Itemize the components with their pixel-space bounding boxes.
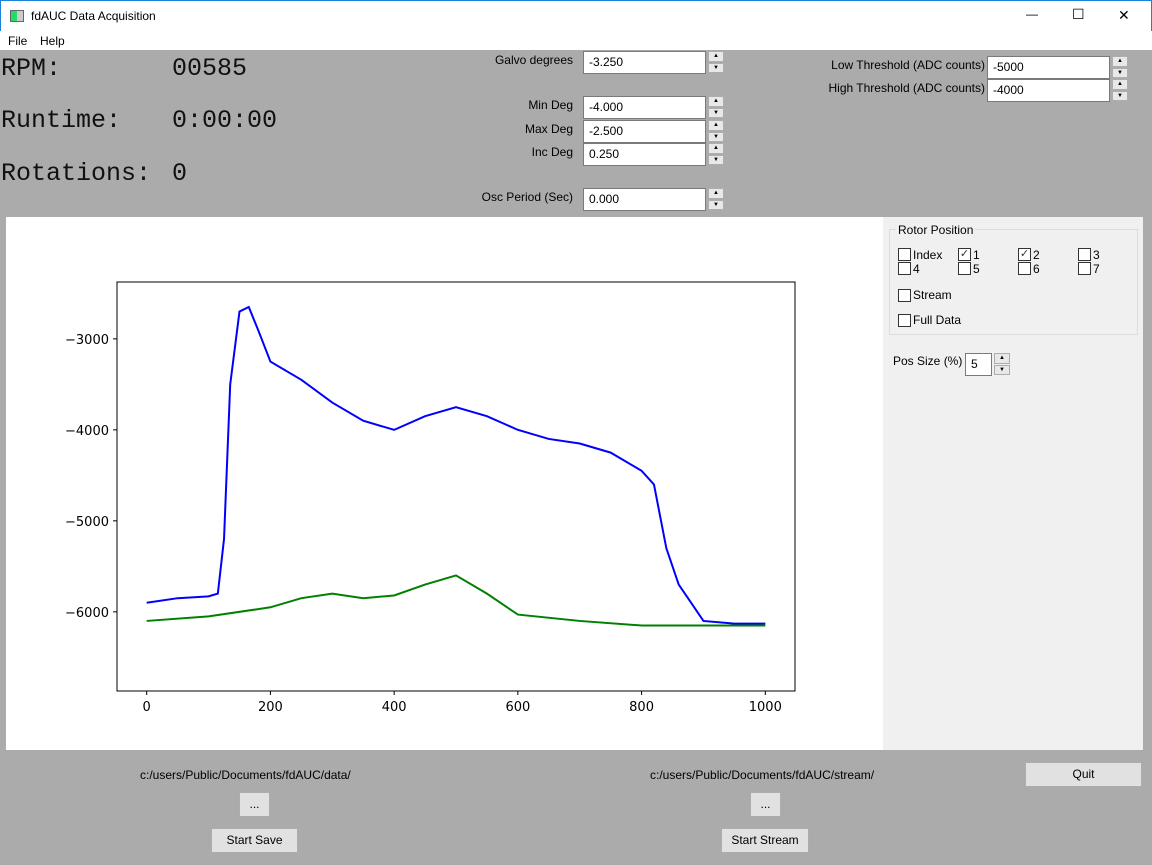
checkbox-box: [898, 262, 911, 275]
start-stream-button[interactable]: Start Stream: [721, 828, 809, 853]
rotor-checkbox-index[interactable]: Index: [898, 248, 942, 261]
runtime-value: 0:00:00: [172, 106, 278, 135]
y-tick-label: −5000: [65, 515, 109, 530]
max_deg-input[interactable]: -2.500: [583, 120, 706, 143]
y-tick-label: −4000: [65, 424, 109, 439]
runtime-label: Runtime:: [1, 106, 122, 135]
pos-size-label: Pos Size (%): [893, 354, 963, 368]
plot-area: 0 200 400 600 800 1000 −3000 −4000 −5000 −6000: [6, 217, 883, 750]
inc_deg-spinner[interactable]: ▲ ▼: [708, 143, 724, 165]
high_threshold-label: High Threshold (ADC counts): [828, 81, 985, 95]
start-save-button[interactable]: Start Save: [211, 828, 298, 853]
side-panel: Rotor Position Index ✓ 1 ✓ 2 3 4 5 6 7 Stream Ful…: [883, 217, 1143, 750]
rotor-checkbox-1[interactable]: ✓ 1: [958, 248, 980, 261]
stream-checkbox-label: Stream: [913, 288, 952, 302]
checkmark-icon: ✓: [1018, 248, 1031, 261]
pos-size-input[interactable]: 5: [965, 353, 992, 376]
title-bar: fdAUC Data Acquisition — ☐ ✕: [0, 0, 1152, 31]
x-tick-label: 1000: [749, 700, 782, 715]
inc_deg-label: Inc Deg: [531, 145, 573, 159]
data-path: c:/users/Public/Documents/fdAUC/data/: [140, 768, 351, 782]
high_threshold-input[interactable]: -4000: [987, 79, 1110, 102]
checkmark-icon: ✓: [958, 248, 971, 261]
osc_period-label: Osc Period (Sec): [481, 190, 573, 204]
menu-file[interactable]: File: [8, 34, 27, 48]
x-tick-label: 600: [505, 700, 530, 715]
low_threshold-input[interactable]: -5000: [987, 56, 1110, 79]
rotor-checkbox-5[interactable]: 5: [958, 262, 980, 275]
maximize-button[interactable]: ☐: [1072, 6, 1085, 23]
rotor-checkbox-label: 4: [913, 261, 920, 276]
series-line-1: [146, 574, 766, 627]
rotations-value: 0: [172, 159, 188, 188]
pos-size-spinner[interactable]: ▲ ▼: [994, 353, 1010, 375]
rotor-checkbox-3[interactable]: 3: [1078, 248, 1100, 261]
chart: 0 200 400 600 800 1000 −3000 −4000 −5000 −6000: [65, 281, 796, 715]
rotor-checkbox-4[interactable]: 4: [898, 262, 920, 275]
rotor-checkbox-label: 2: [1033, 247, 1040, 262]
galvo-spinner[interactable]: ▲ ▼: [708, 51, 724, 73]
browse-data-button[interactable]: ...: [239, 792, 270, 817]
osc_period-input[interactable]: 0.000: [583, 188, 706, 211]
osc_period-spinner[interactable]: ▲ ▼: [708, 188, 724, 210]
galvo-input[interactable]: -3.250: [583, 51, 706, 74]
close-button[interactable]: ✕: [1118, 7, 1130, 24]
browse-stream-button[interactable]: ...: [750, 792, 781, 817]
x-tick-label: 800: [629, 700, 654, 715]
stream-checkbox[interactable]: Stream: [898, 288, 952, 302]
low_threshold-spinner[interactable]: ▲ ▼: [1112, 56, 1128, 78]
full-data-checkbox[interactable]: Full Data: [898, 313, 961, 327]
minimize-button[interactable]: —: [1026, 7, 1038, 21]
min_deg-spinner[interactable]: ▲ ▼: [708, 96, 724, 118]
checkbox-box: [1078, 248, 1091, 261]
checkbox-box: [958, 262, 971, 275]
window-title: fdAUC Data Acquisition: [31, 9, 156, 23]
high_threshold-spinner[interactable]: ▲ ▼: [1112, 79, 1128, 101]
rotor-checkbox-label: 1: [973, 247, 980, 262]
quit-button[interactable]: Quit: [1025, 762, 1142, 787]
menu-bar: File Help: [0, 31, 1152, 50]
rpm-value: 00585: [172, 54, 248, 83]
min_deg-input[interactable]: -4.000: [583, 96, 706, 119]
rotor-checkbox-label: 3: [1093, 247, 1100, 262]
axes-frame: [116, 281, 796, 692]
rotor-checkbox-label: 7: [1093, 261, 1100, 276]
rotor-checkbox-6[interactable]: 6: [1018, 262, 1040, 275]
low_threshold-label: Low Threshold (ADC counts): [831, 58, 985, 72]
rotor-position-title: Rotor Position: [896, 223, 976, 237]
max_deg-spinner[interactable]: ▲ ▼: [708, 120, 724, 142]
galvo-label: Galvo degrees: [494, 53, 573, 67]
min_deg-label: Min Deg: [528, 98, 573, 112]
stream-path: c:/users/Public/Documents/fdAUC/stream/: [650, 768, 875, 782]
rotor-checkbox-label: 6: [1033, 261, 1040, 276]
full-data-checkbox-label: Full Data: [913, 313, 962, 327]
rotor-checkbox-2[interactable]: ✓ 2: [1018, 248, 1040, 261]
rotor-checkbox-7[interactable]: 7: [1078, 262, 1100, 275]
rotor-checkbox-label: 5: [973, 261, 980, 276]
y-tick-label: −6000: [65, 606, 109, 621]
checkbox-box: [1018, 262, 1031, 275]
max_deg-label: Max Deg: [524, 122, 573, 136]
rotor-checkbox-label: Index: [913, 247, 943, 262]
checkbox-box: [1078, 262, 1091, 275]
x-tick-label: 200: [258, 700, 283, 715]
inc_deg-input[interactable]: 0.250: [583, 143, 706, 166]
y-tick-label: −3000: [65, 333, 109, 348]
x-tick-label: 0: [143, 700, 151, 715]
app-icon: [10, 10, 24, 22]
rpm-label: RPM:: [1, 54, 62, 83]
x-tick-label: 400: [382, 700, 407, 715]
rotations-label: Rotations:: [1, 159, 152, 188]
menu-help[interactable]: Help: [40, 34, 65, 48]
checkbox-box: [898, 248, 911, 261]
